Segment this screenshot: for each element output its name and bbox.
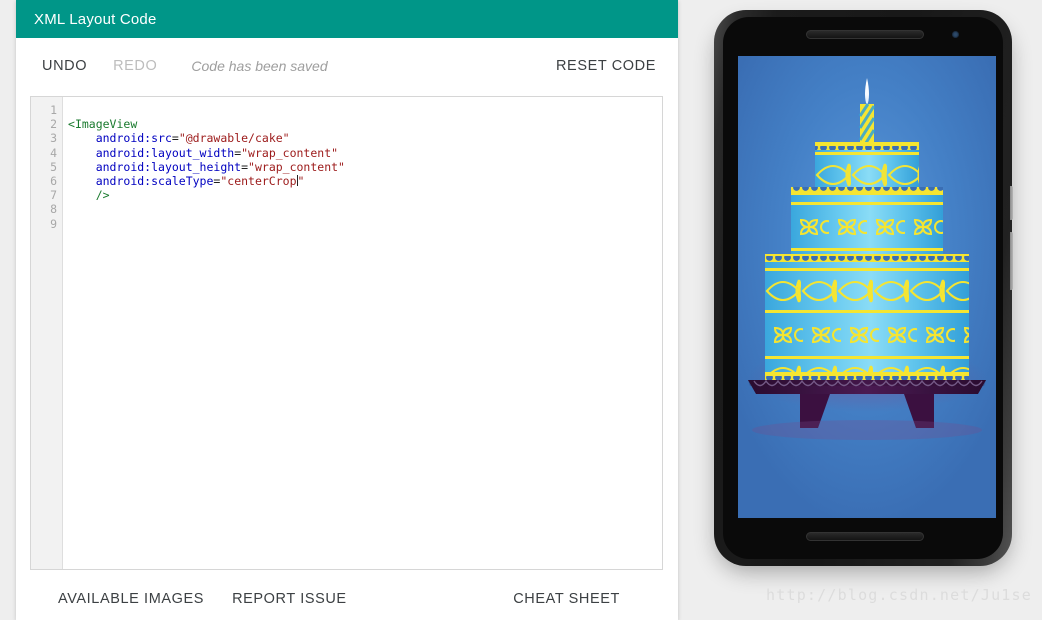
watermark-text: http://blog.csdn.net/Ju1se [766,586,1032,604]
line-number: 6 [50,174,57,189]
editor-top-toolbar: UNDO REDO Code has been saved RESET CODE [16,38,678,94]
line-number: 7 [50,188,57,203]
power-button[interactable] [1010,186,1013,220]
line-number: 5 [50,159,57,174]
save-status-text: Code has been saved [191,58,328,74]
code-token-attr: android:src [95,131,172,146]
bottom-speaker-icon [806,532,924,541]
line-number: 4 [50,145,57,160]
code-token-eq: = [171,131,179,146]
editor-bottom-toolbar: AVAILABLE IMAGES REPORT ISSUE CHEAT SHEE… [16,578,678,620]
available-images-button[interactable]: AVAILABLE IMAGES [58,591,204,607]
reset-code-button[interactable]: RESET CODE [556,58,656,74]
redo-button[interactable]: REDO [113,58,157,74]
line-number: 2 [50,117,57,132]
code-line: /> [68,188,662,202]
phone-screen [738,56,996,518]
code-token-val: "wrap_content" [241,145,339,160]
code-token-val: "@drawable/cake" [178,131,290,146]
line-number: 8 [50,202,57,217]
phone-preview [710,8,1016,570]
page-title: XML Layout Code [34,10,157,28]
code-line: android:src="@drawable/cake" [68,131,662,145]
code-token-val: "wrap_content" [248,159,345,174]
front-camera-icon [952,31,959,38]
line-number-gutter: 123456789 [31,97,63,569]
cheat-sheet-button[interactable]: CHEAT SHEET [513,591,620,607]
xml-layout-code-card: XML Layout Code UNDO REDO Code has been … [16,0,678,620]
phone-frame [714,10,1013,566]
cake-tier-top [815,142,919,192]
earpiece-speaker-icon [806,30,924,39]
code-text-area[interactable]: <ImageView android:src="@drawable/cake" … [63,97,662,569]
undo-button[interactable]: UNDO [42,58,87,74]
code-editor[interactable]: 123456789 <ImageView android:src="@drawa… [30,96,663,570]
report-issue-button[interactable]: REPORT ISSUE [232,591,347,607]
card-header: XML Layout Code [16,0,678,38]
volume-button[interactable] [1010,232,1013,290]
code-token-val: " [297,174,305,189]
code-token-tag: ImageView [74,117,138,132]
code-token-attr: android:layout_width [95,145,235,160]
cake-tier-bottom [765,254,969,372]
code-line: android:scaleType="centerCrop" [68,174,662,188]
code-line: android:layout_width="wrap_content" [68,146,662,160]
code-line: android:layout_height="wrap_content" [68,160,662,174]
code-token-attr: android:scaleType [95,174,214,189]
line-number: 9 [50,216,57,231]
code-token-bracket: < [68,117,75,132]
cake-image [738,56,996,518]
code-token-eq: = [241,159,249,174]
cake-tier-middle [791,187,943,261]
code-token-attr: android:layout_height [95,159,242,174]
code-line: <ImageView [68,117,662,131]
line-number: 1 [50,103,57,117]
code-token-bracket: /> [95,188,110,203]
line-number: 3 [50,131,57,146]
code-token-val: "centerCrop [220,174,297,189]
